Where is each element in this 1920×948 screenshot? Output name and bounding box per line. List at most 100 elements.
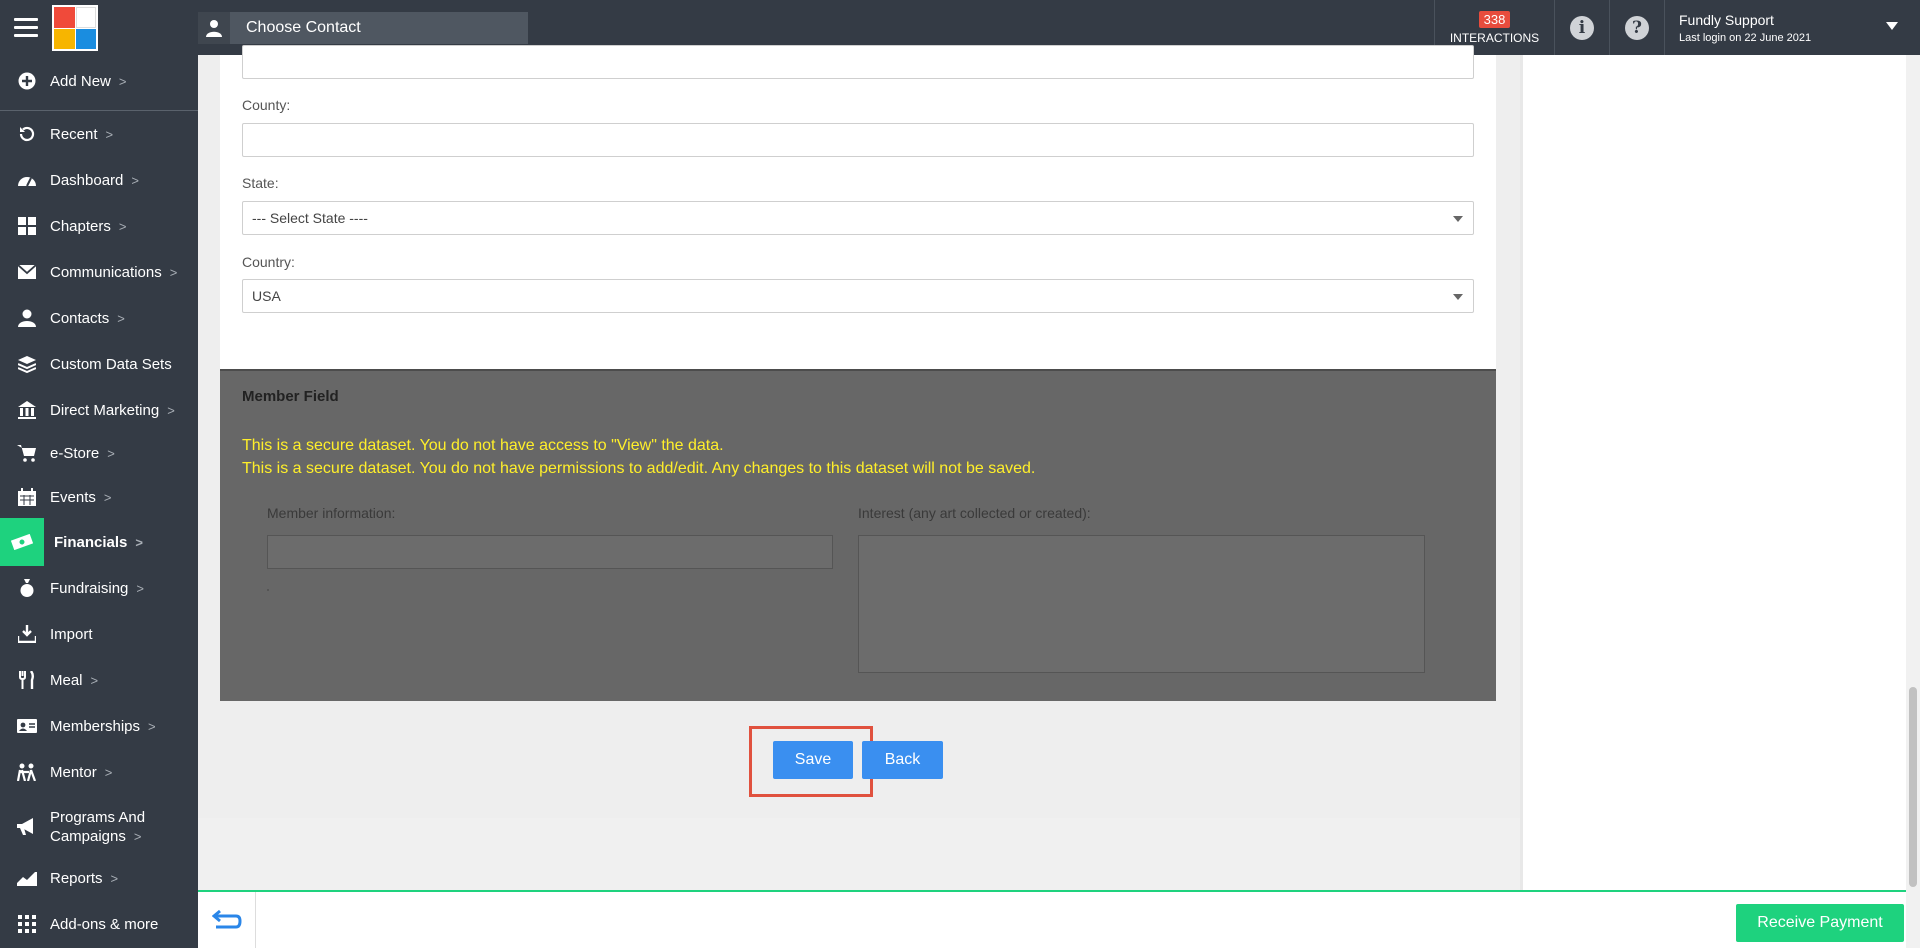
secure-view-warning: This is a secure dataset. You do not hav…: [242, 437, 724, 454]
sidebar-item-fundraising[interactable]: Fundraising >: [0, 576, 198, 600]
chevron-right-icon: >: [136, 580, 144, 596]
app-logo[interactable]: [52, 5, 98, 51]
sidebar-item-recent[interactable]: Recent >: [0, 122, 198, 146]
state-select-value: --- Select State ----: [252, 210, 368, 226]
apps-icon: [16, 913, 38, 935]
chart-icon: [16, 867, 38, 889]
undo-icon: [211, 909, 242, 929]
sidebar-item-label-line2: Campaigns: [50, 828, 126, 845]
id-card-icon: [16, 715, 38, 737]
sidebar-item-label: Recent: [50, 125, 98, 143]
megaphone-icon: [16, 816, 38, 838]
member-information-label: Member information:: [267, 505, 396, 521]
member-information-input[interactable]: [267, 589, 269, 591]
chevron-right-icon: >: [135, 534, 143, 550]
sidebar-item-mentor[interactable]: Mentor >: [0, 760, 198, 784]
money-bag-icon: [16, 577, 38, 599]
receive-payment-button[interactable]: Receive Payment: [1736, 904, 1904, 942]
sidebar-item-contacts[interactable]: Contacts >: [0, 306, 198, 330]
back-button[interactable]: Back: [862, 741, 943, 779]
interactions-label: INTERACTIONS: [1449, 30, 1540, 45]
address-line-input[interactable]: [242, 45, 1474, 79]
user-menu[interactable]: Fundly Support Last login on 22 June 202…: [1664, 0, 1920, 55]
page-scrollbar[interactable]: [1906, 55, 1920, 948]
caret-down-icon: [1886, 22, 1898, 30]
sidebar-item-label: Import: [50, 625, 93, 643]
person-icon: [198, 12, 230, 44]
sidebar-item-direct-marketing[interactable]: Direct Marketing >: [0, 398, 198, 422]
sidebar-item-label: Add-ons & more: [50, 915, 159, 933]
chevron-right-icon: >: [110, 870, 119, 886]
country-select[interactable]: USA: [242, 279, 1474, 313]
sidebar-item-label: Fundraising: [50, 579, 129, 597]
interest-field[interactable]: [858, 535, 1425, 673]
save-button[interactable]: Save: [773, 741, 853, 779]
sidebar-item-label: Communications: [50, 263, 162, 281]
layers-icon: [16, 353, 38, 375]
sidebar: Add New > Recent > Dashboard > Chapters …: [0, 55, 198, 948]
undo-button[interactable]: [198, 892, 256, 948]
sidebar-item-communications[interactable]: Communications >: [0, 260, 198, 284]
help-button[interactable]: ?: [1609, 0, 1664, 55]
cart-icon: [16, 442, 38, 464]
dashboard-icon: [16, 169, 38, 191]
sidebar-item-label: Add New: [50, 72, 111, 90]
chevron-right-icon: >: [167, 402, 175, 418]
sidebar-item-chapters[interactable]: Chapters >: [0, 214, 198, 238]
person-icon: [16, 307, 38, 329]
state-select[interactable]: --- Select State ----: [242, 201, 1474, 235]
help-icon: ?: [1625, 15, 1649, 40]
chevron-right-icon: >: [169, 264, 178, 280]
chevron-right-icon: >: [105, 126, 114, 142]
hamburger-menu-icon[interactable]: [14, 18, 38, 38]
sidebar-item-label: Reports: [50, 869, 103, 887]
sidebar-item-dashboard[interactable]: Dashboard >: [0, 168, 198, 192]
info-icon: i: [1570, 15, 1594, 40]
chevron-right-icon: >: [90, 672, 99, 688]
chevron-right-icon: >: [131, 172, 139, 188]
interest-label: Interest (any art collected or created):: [858, 505, 1091, 521]
sidebar-divider: [0, 110, 198, 111]
sidebar-item-programs-and-campaigns[interactable]: Programs And Campaigns >: [0, 807, 198, 847]
interactions-count-badge: 338: [1478, 10, 1511, 28]
sidebar-item-label: Mentor: [50, 763, 97, 781]
sidebar-item-events[interactable]: Events >: [0, 485, 198, 509]
grid-icon: [16, 215, 38, 237]
sidebar-item-e-store[interactable]: e-Store >: [0, 441, 198, 465]
chevron-right-icon: >: [117, 310, 125, 326]
bottom-bar: Receive Payment: [198, 890, 1906, 948]
chevron-down-icon: [1453, 216, 1463, 222]
sidebar-item-label: Meal: [50, 671, 83, 689]
sidebar-item-label: Events: [50, 488, 96, 506]
country-label: Country:: [242, 254, 295, 270]
choose-contact-button[interactable]: Choose Contact: [198, 12, 528, 44]
cutlery-icon: [16, 669, 38, 691]
history-icon: [16, 123, 38, 145]
sidebar-item-add-ons[interactable]: Add-ons & more: [0, 912, 198, 936]
scrollbar-thumb[interactable]: [1909, 687, 1917, 887]
right-side-panel: [1520, 55, 1906, 891]
sidebar-item-label-wrap: Programs And Campaigns >: [50, 808, 145, 846]
chevron-right-icon: >: [118, 218, 127, 234]
sidebar-item-add-new[interactable]: Add New >: [0, 69, 198, 93]
country-select-value: USA: [252, 288, 281, 304]
sidebar-item-label: Custom Data Sets: [50, 355, 172, 373]
sidebar-item-financials[interactable]: Financials >: [0, 518, 198, 566]
sidebar-item-import[interactable]: Import: [0, 622, 198, 646]
envelope-icon: [16, 261, 38, 283]
sidebar-item-label: Dashboard: [50, 171, 124, 189]
sidebar-item-meal[interactable]: Meal >: [0, 668, 198, 692]
county-input[interactable]: [242, 123, 1474, 157]
sidebar-item-custom-data-sets[interactable]: Custom Data Sets: [0, 352, 198, 376]
chevron-down-icon: [1453, 294, 1463, 300]
sidebar-item-label: Chapters: [50, 217, 111, 235]
sidebar-item-memberships[interactable]: Memberships >: [0, 714, 198, 738]
member-information-field[interactable]: [267, 535, 833, 569]
chevron-right-icon: >: [118, 73, 127, 89]
bank-icon: [16, 399, 38, 421]
chevron-right-icon: >: [133, 829, 142, 844]
sidebar-item-label: Programs And: [50, 809, 146, 826]
info-button[interactable]: i: [1554, 0, 1609, 55]
mentor-icon: [16, 761, 38, 783]
sidebar-item-reports[interactable]: Reports >: [0, 866, 198, 890]
